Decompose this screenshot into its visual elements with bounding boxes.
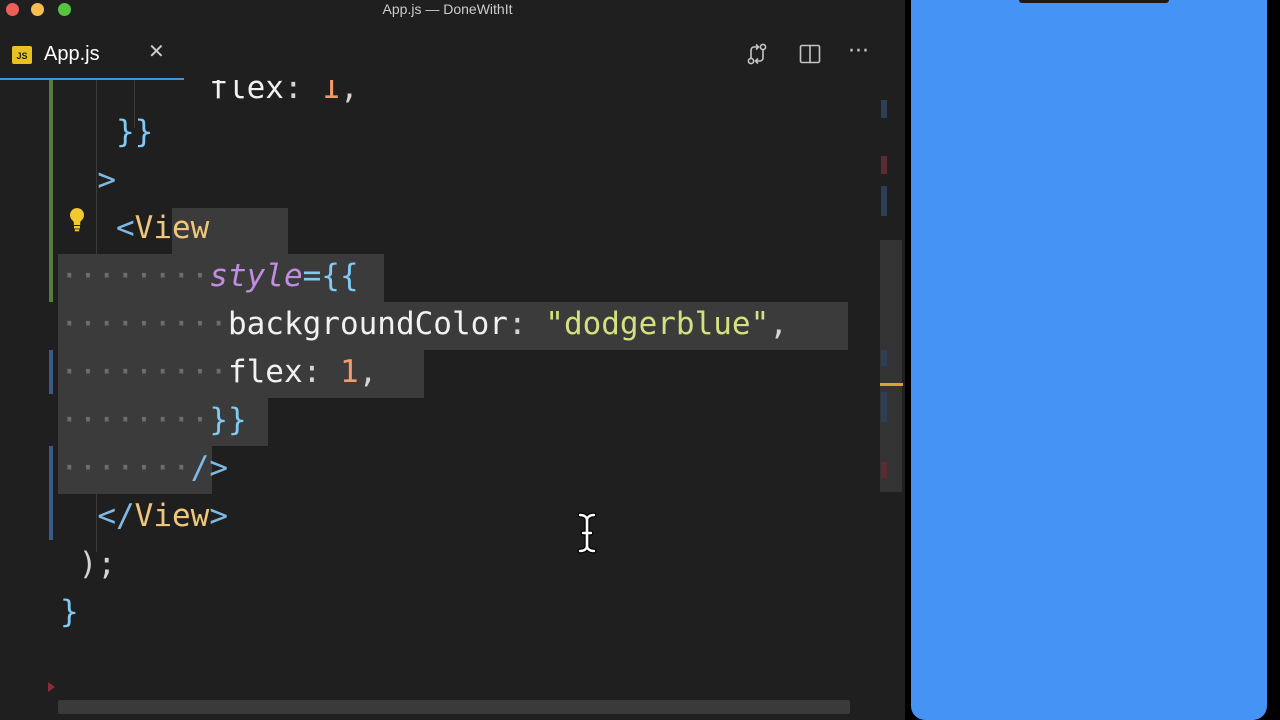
indent-whitespace: ········	[60, 258, 210, 294]
tab-app-js[interactable]: JS App.js ✕	[0, 32, 184, 80]
title-bar: App.js — DoneWithIt	[0, 0, 905, 22]
code-token: }}	[116, 114, 154, 150]
indent-whitespace: ·······	[60, 450, 191, 486]
code-token: </	[97, 498, 135, 534]
code-token: style	[209, 258, 303, 294]
code-token: :	[283, 80, 322, 106]
git-change-gutter	[49, 350, 53, 394]
git-change-gutter	[49, 446, 53, 540]
overview-ruler-mark	[881, 186, 887, 216]
device-notch	[1019, 0, 1169, 3]
overview-ruler-mark	[881, 350, 887, 366]
overview-ruler-mark	[881, 462, 887, 478]
vertical-scrollbar-thumb[interactable]	[880, 240, 902, 492]
text-cursor-icon	[577, 512, 597, 554]
code-line[interactable]: }}	[60, 110, 153, 154]
code-line[interactable]: </View>	[60, 494, 228, 538]
overview-ruler-mark	[881, 100, 887, 118]
code-token: >	[97, 162, 116, 198]
fold-marker-icon[interactable]	[48, 682, 55, 692]
code-line[interactable]: ·········flex: 1,	[60, 350, 377, 394]
code-line[interactable]: >	[60, 158, 116, 202]
code-line[interactable]: }	[60, 590, 79, 634]
editor-tab-bar: JS App.js ✕ ···	[0, 22, 905, 80]
code-token: 1	[339, 354, 359, 390]
code-editor-window: App.js — DoneWithIt JS App.js ✕ ··· flex…	[0, 0, 905, 720]
simulator-preview	[905, 0, 1280, 720]
code-token: >	[209, 498, 228, 534]
code-token: backgroundColor	[227, 306, 508, 342]
code-line[interactable]: ········style={{	[60, 254, 359, 298]
indent-whitespace: ·········	[60, 306, 228, 342]
overview-ruler-cursor	[880, 383, 903, 386]
lightbulb-icon[interactable]	[66, 206, 88, 234]
code-line[interactable]: ·······/>	[60, 446, 228, 490]
code-token: :	[507, 306, 546, 342]
code-token: }	[60, 594, 79, 630]
window-title: App.js — DoneWithIt	[382, 1, 513, 17]
code-token: }}	[209, 402, 247, 438]
code-line[interactable]: flex: 1,	[60, 80, 359, 110]
more-actions-icon[interactable]: ···	[848, 41, 874, 67]
code-token: View	[134, 210, 210, 246]
source-control-compare-icon[interactable]	[744, 41, 770, 67]
overview-ruler-mark	[881, 392, 887, 422]
indent-whitespace: ·········	[60, 354, 228, 390]
horizontal-scrollbar[interactable]	[58, 700, 850, 714]
code-token: />	[190, 450, 228, 486]
javascript-file-icon: JS	[12, 46, 32, 64]
code-token: flex	[209, 80, 284, 106]
code-token: 1	[321, 80, 340, 106]
app-view-dodgerblue[interactable]	[911, 0, 1267, 720]
code-line[interactable]: ·········backgroundColor: "dodgerblue",	[60, 302, 788, 346]
git-modified-gutter	[49, 80, 53, 302]
code-token: ={{	[302, 258, 359, 294]
code-token: );	[78, 546, 116, 582]
tab-close-icon[interactable]: ✕	[148, 39, 165, 64]
code-token: ,	[339, 80, 359, 106]
code-line[interactable]: ········}}	[60, 398, 247, 442]
split-editor-icon[interactable]	[797, 41, 823, 67]
code-token: ,	[769, 306, 788, 342]
code-token: flex	[227, 354, 303, 390]
indent-whitespace: ········	[60, 402, 210, 438]
code-token: "dodgerblue"	[545, 306, 770, 342]
code-editor[interactable]: flex: 1, }} > <View ········style={{·····…	[0, 80, 880, 698]
code-token: ,	[358, 354, 378, 390]
code-token: <	[116, 210, 135, 246]
code-token: :	[302, 354, 340, 390]
tab-label: App.js	[44, 43, 100, 65]
overview-ruler-mark	[881, 156, 887, 174]
code-token: View	[134, 498, 210, 534]
code-line[interactable]: );	[60, 542, 116, 586]
